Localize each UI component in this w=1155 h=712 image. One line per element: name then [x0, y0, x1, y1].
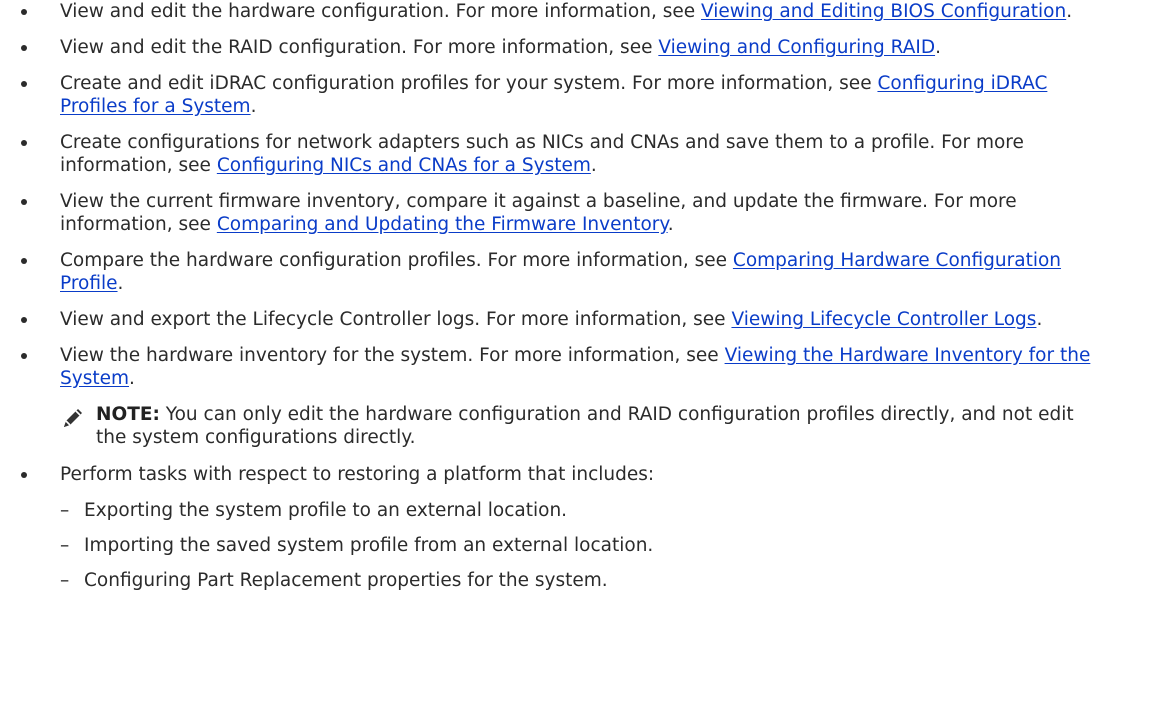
bullet	[21, 353, 27, 359]
link-configuring-nics-cnas[interactable]: Configuring NICs and CNAs for a System	[217, 155, 591, 176]
item-punct: .	[667, 214, 674, 235]
list-item-hw-inventory: View the hardware inventory for the syst…	[0, 344, 1155, 390]
list-item-compare-profiles: Compare the hardware configuration profi…	[0, 249, 1155, 295]
list-item-lc-logs: View and export the Lifecycle Controller…	[0, 308, 1155, 331]
bullet	[21, 258, 27, 264]
pencil-icon	[64, 409, 82, 427]
feature-list: View and edit the hardware configuration…	[0, 0, 1155, 390]
sub-item-import: – Importing the saved system profile fro…	[0, 534, 1103, 557]
sub-item-part-replacement: – Configuring Part Replacement propertie…	[0, 569, 1103, 592]
bullet	[21, 9, 27, 15]
sub-item-export: – Exporting the system profile to an ext…	[0, 499, 1103, 522]
sub-item-text: Importing the saved system profile from …	[84, 535, 654, 556]
bullet	[21, 472, 27, 478]
item-text: View the hardware inventory for the syst…	[60, 345, 725, 366]
bullet	[21, 140, 27, 146]
dash: –	[60, 500, 70, 521]
bullet	[21, 45, 27, 51]
item-punct: .	[129, 368, 135, 389]
bullet	[21, 81, 27, 87]
item-text: View and export the Lifecycle Controller…	[60, 309, 732, 330]
item-punct: .	[117, 273, 124, 294]
document-content: View and edit the hardware configuration…	[0, 0, 1155, 605]
sub-item-text: Configuring Part Replacement properties …	[84, 570, 608, 591]
item-punct: .	[250, 96, 257, 117]
bullet	[21, 317, 27, 323]
dash: –	[60, 535, 70, 556]
note-label: NOTE:	[96, 404, 160, 425]
item-text: View and edit the hardware configuration…	[60, 1, 702, 22]
list-item-bios: View and edit the hardware configuration…	[0, 0, 1155, 23]
item-text: View and edit the RAID configuration. Fo…	[60, 37, 659, 58]
item-punct: .	[1036, 309, 1043, 330]
link-viewing-lc-logs[interactable]: Viewing Lifecycle Controller Logs	[731, 309, 1036, 330]
list-item-firmware: View the current firmware inventory, com…	[0, 190, 1155, 236]
restore-sublist: – Exporting the system profile to an ext…	[60, 499, 1103, 592]
list-item-restore: Perform tasks with respect to restoring …	[0, 463, 1155, 592]
sub-item-text: Exporting the system profile to an exter…	[84, 500, 568, 521]
list-item-raid: View and edit the RAID configuration. Fo…	[0, 36, 1155, 59]
link-comparing-updating-firmware[interactable]: Comparing and Updating the Firmware Inve…	[217, 214, 668, 235]
item-punct: .	[935, 37, 941, 58]
item-punct: .	[1066, 1, 1073, 22]
item-text: Create and edit iDRAC configuration prof…	[60, 73, 878, 94]
list-item-idrac: Create and edit iDRAC configuration prof…	[0, 72, 1155, 118]
note-block: NOTE: You can only edit the hardware con…	[0, 403, 1155, 449]
restore-list: Perform tasks with respect to restoring …	[0, 463, 1155, 592]
link-viewing-configuring-raid[interactable]: Viewing and Configuring RAID	[658, 37, 935, 58]
note-text: You can only edit the hardware configura…	[96, 404, 1074, 448]
link-viewing-editing-bios[interactable]: Viewing and Editing BIOS Configuration	[701, 1, 1066, 22]
item-text: Perform tasks with respect to restoring …	[60, 464, 655, 485]
dash: –	[60, 570, 70, 591]
list-item-nics: Create configurations for network adapte…	[0, 131, 1155, 177]
item-punct: .	[590, 155, 597, 176]
item-text: Compare the hardware configuration profi…	[60, 250, 733, 271]
bullet	[21, 199, 27, 205]
